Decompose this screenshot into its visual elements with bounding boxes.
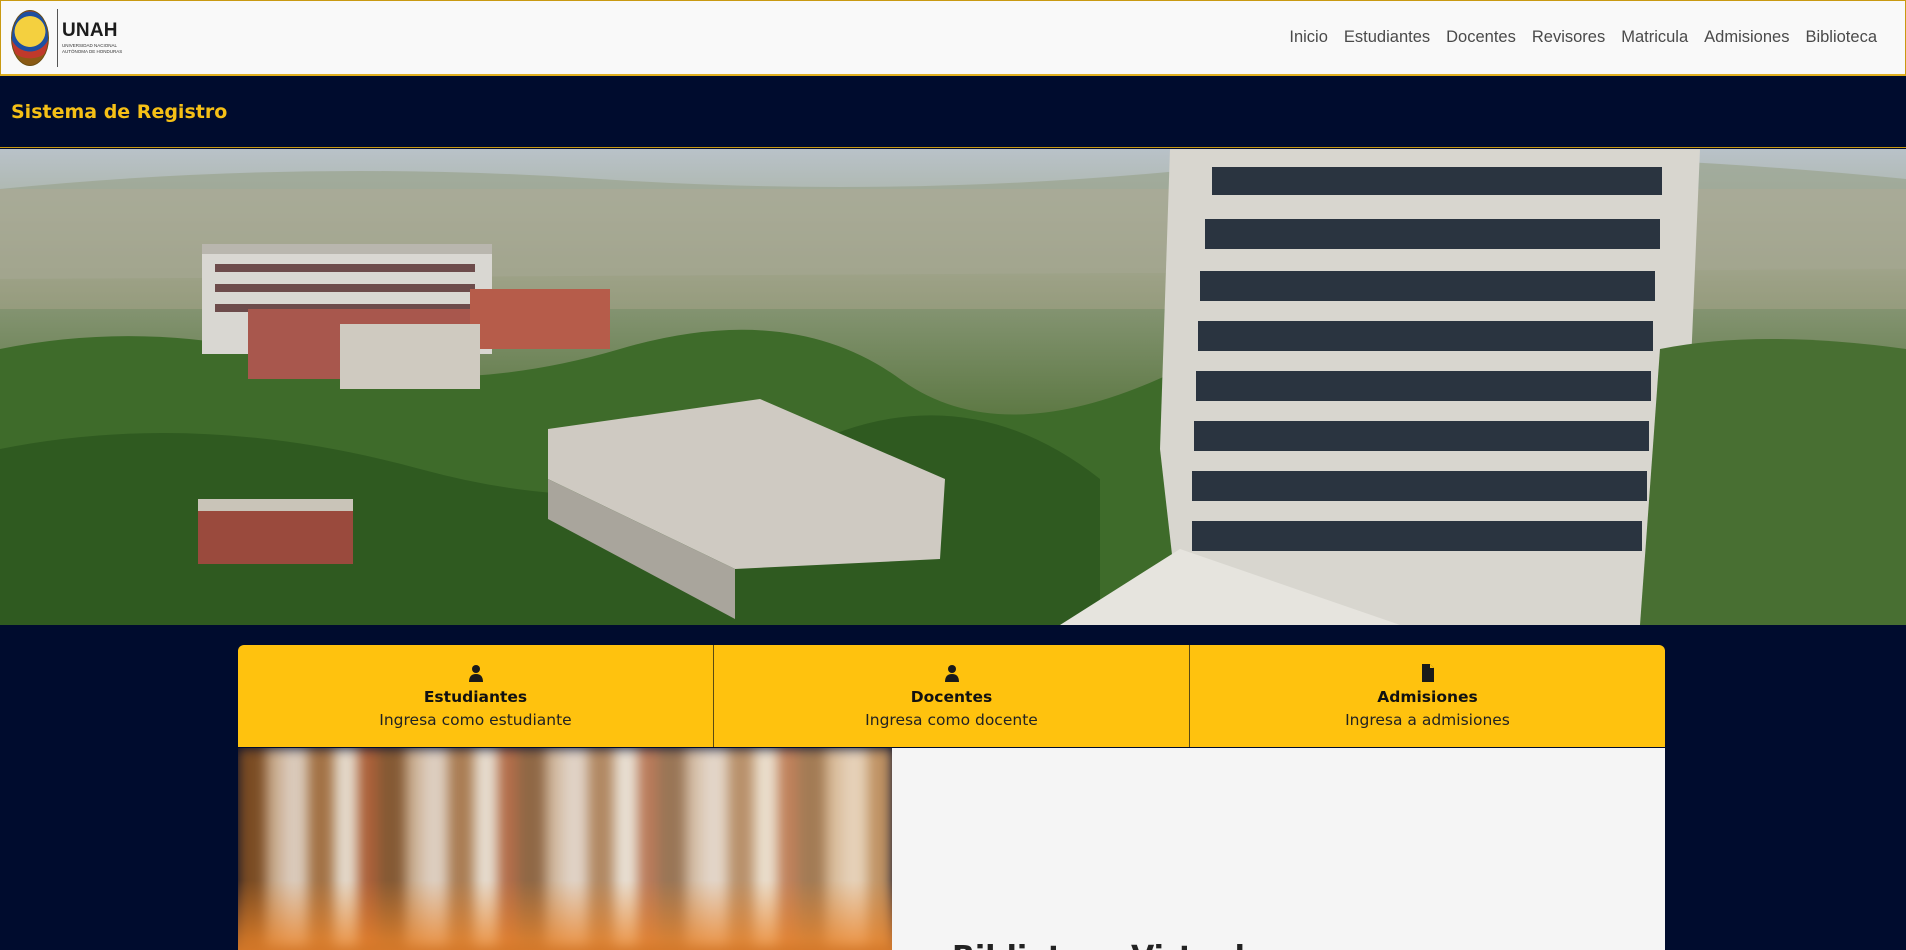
library-section: Biblioteca Virtual	[238, 748, 1665, 950]
card-admisiones[interactable]: Admisiones Ingresa a admisiones	[1190, 645, 1665, 747]
card-title: Estudiantes	[423, 687, 528, 706]
nav-link-estudiantes[interactable]: Estudiantes	[1336, 28, 1438, 47]
hero-campus-image	[0, 149, 1906, 625]
nav-link-biblioteca[interactable]: Biblioteca	[1797, 28, 1885, 47]
document-icon	[1421, 663, 1434, 682]
bookshelf-photo	[238, 748, 892, 950]
brand-name: UNAH	[62, 20, 118, 42]
card-estudiantes[interactable]: Estudiantes Ingresa como estudiante	[238, 645, 714, 747]
nav-link-inicio[interactable]: Inicio	[1281, 28, 1336, 47]
card-subtitle: Ingresa como docente	[865, 710, 1038, 729]
nav-link-matricula[interactable]: Matricula	[1613, 28, 1696, 47]
unah-seal-icon	[11, 9, 49, 66]
user-icon	[468, 664, 483, 682]
card-title: Docentes	[910, 687, 993, 706]
library-heading: Biblioteca Virtual	[952, 940, 1245, 950]
card-title: Admisiones	[1377, 687, 1478, 706]
nav-link-revisores[interactable]: Revisores	[1524, 28, 1613, 47]
brand-text: UNAH UNIVERSIDAD NACIONAL AUTÓNOMA DE HO…	[62, 21, 122, 54]
card-docentes[interactable]: Docentes Ingresa como docente	[714, 645, 1190, 747]
title-band: Sistema de Registro	[0, 76, 1906, 148]
card-subtitle: Ingresa como estudiante	[379, 710, 572, 729]
user-icon	[944, 664, 959, 682]
card-subtitle: Ingresa a admisiones	[1345, 710, 1510, 729]
nav-links: Inicio Estudiantes Docentes Revisores Ma…	[1281, 28, 1905, 47]
brand-subtitle-2: AUTÓNOMA DE HONDURAS	[62, 48, 123, 54]
brand-divider	[57, 8, 58, 67]
top-navbar: UNAH UNIVERSIDAD NACIONAL AUTÓNOMA DE HO…	[0, 0, 1906, 76]
brand[interactable]: UNAH UNIVERSIDAD NACIONAL AUTÓNOMA DE HO…	[1, 1, 122, 74]
nav-link-admisiones[interactable]: Admisiones	[1696, 28, 1797, 47]
page-title: Sistema de Registro	[11, 100, 228, 123]
campus-illustration	[0, 149, 1906, 625]
login-cards: Estudiantes Ingresa como estudiante Doce…	[238, 645, 1665, 747]
library-panel: Biblioteca Virtual	[892, 748, 1665, 950]
nav-link-docentes[interactable]: Docentes	[1438, 28, 1524, 47]
